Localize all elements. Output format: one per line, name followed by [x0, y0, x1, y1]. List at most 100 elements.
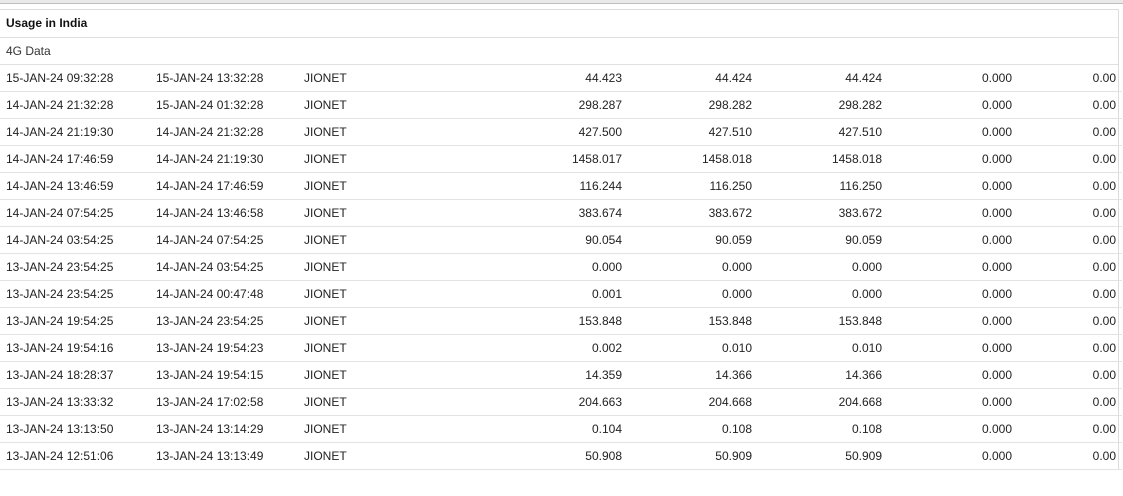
usage-value-4-cell: 0.000 [882, 307, 1012, 335]
start-time-cell: 15-JAN-24 09:32:28 [0, 65, 150, 92]
usage-value-5-cell: 0.00 [1012, 226, 1122, 254]
usage-value-3-cell: 90.059 [752, 226, 882, 254]
end-time-cell: 14-JAN-24 21:19:30 [150, 145, 299, 173]
end-time-cell: 14-JAN-24 13:46:58 [150, 199, 299, 227]
apn-cell: JIONET [299, 91, 454, 119]
usage-value-2-cell: 0.000 [622, 253, 752, 281]
usage-value-2-cell: 298.282 [622, 91, 752, 119]
usage-value-5-cell: 0.00 [1012, 199, 1122, 227]
usage-value-5-cell: 0.00 [1012, 118, 1122, 146]
start-time-cell: 13-JAN-24 23:54:25 [0, 253, 150, 281]
table-row: 13-JAN-24 13:13:50 13-JAN-24 13:14:29 JION… [0, 415, 1122, 443]
table-row: 13-JAN-24 19:54:25 13-JAN-24 23:54:25 JION… [0, 307, 1122, 335]
apn-cell: JIONET [299, 199, 454, 227]
usage-value-4-cell: 0.000 [882, 334, 1012, 362]
usage-value-4-cell: 0.000 [882, 65, 1012, 92]
apn-cell: JIONET [299, 226, 454, 254]
table-row: 14-JAN-24 13:46:59 14-JAN-24 17:46:59 JION… [0, 172, 1122, 200]
usage-value-3-cell: 0.010 [752, 334, 882, 362]
usage-value-1-cell: 383.674 [454, 199, 622, 227]
usage-value-2-cell: 14.366 [622, 361, 752, 389]
usage-value-5-cell: 0.00 [1012, 253, 1122, 281]
usage-value-2-cell: 50.909 [622, 442, 752, 470]
table-row: 13-JAN-24 19:54:16 13-JAN-24 19:54:23 JION… [0, 334, 1122, 362]
usage-value-1-cell: 0.001 [454, 280, 622, 308]
usage-value-5-cell: 0.00 [1012, 334, 1122, 362]
usage-value-1-cell: 14.359 [454, 361, 622, 389]
section-title: Usage in India [0, 10, 1118, 38]
usage-table-body: 15-JAN-24 09:32:28 15-JAN-24 13:32:28 JION… [0, 65, 1122, 470]
start-time-cell: 13-JAN-24 23:54:25 [0, 280, 150, 308]
start-time-cell: 13-JAN-24 12:51:06 [0, 442, 150, 470]
usage-value-5-cell: 0.00 [1012, 415, 1122, 443]
usage-value-1-cell: 153.848 [454, 307, 622, 335]
usage-value-2-cell: 0.000 [622, 280, 752, 308]
apn-cell: JIONET [299, 118, 454, 146]
end-time-cell: 14-JAN-24 17:46:59 [150, 172, 299, 200]
table-row: 14-JAN-24 17:46:59 14-JAN-24 21:19:30 JION… [0, 145, 1122, 173]
usage-value-4-cell: 0.000 [882, 280, 1012, 308]
usage-value-2-cell: 90.059 [622, 226, 752, 254]
apn-cell: JIONET [299, 253, 454, 281]
usage-value-1-cell: 0.104 [454, 415, 622, 443]
table-row: 14-JAN-24 07:54:25 14-JAN-24 13:46:58 JION… [0, 199, 1122, 227]
start-time-cell: 14-JAN-24 03:54:25 [0, 226, 150, 254]
usage-value-3-cell: 1458.018 [752, 145, 882, 173]
usage-value-2-cell: 427.510 [622, 118, 752, 146]
usage-value-4-cell: 0.000 [882, 388, 1012, 416]
usage-value-3-cell: 153.848 [752, 307, 882, 335]
usage-value-1-cell: 50.908 [454, 442, 622, 470]
usage-value-2-cell: 44.424 [622, 65, 752, 92]
usage-value-1-cell: 1458.017 [454, 145, 622, 173]
usage-value-4-cell: 0.000 [882, 253, 1012, 281]
end-time-cell: 13-JAN-24 23:54:25 [150, 307, 299, 335]
usage-value-4-cell: 0.000 [882, 145, 1012, 173]
apn-cell: JIONET [299, 280, 454, 308]
usage-value-2-cell: 204.668 [622, 388, 752, 416]
end-time-cell: 14-JAN-24 03:54:25 [150, 253, 299, 281]
usage-value-3-cell: 383.672 [752, 199, 882, 227]
usage-value-5-cell: 0.00 [1012, 442, 1122, 470]
top-divider [0, 0, 1123, 4]
usage-value-5-cell: 0.00 [1012, 280, 1122, 308]
usage-value-5-cell: 0.00 [1012, 172, 1122, 200]
apn-cell: JIONET [299, 415, 454, 443]
usage-value-2-cell: 116.250 [622, 172, 752, 200]
table-row: 13-JAN-24 18:28:37 13-JAN-24 19:54:15 JION… [0, 361, 1122, 389]
section-subtitle: 4G Data [0, 38, 1118, 65]
usage-panel: Usage in India 4G Data 15-JAN-24 09:32:2… [0, 9, 1122, 470]
table-row: 13-JAN-24 12:51:06 13-JAN-24 13:13:49 JION… [0, 442, 1122, 470]
usage-value-2-cell: 0.010 [622, 334, 752, 362]
usage-value-4-cell: 0.000 [882, 118, 1012, 146]
usage-value-2-cell: 383.672 [622, 199, 752, 227]
usage-value-4-cell: 0.000 [882, 172, 1012, 200]
usage-value-3-cell: 50.909 [752, 442, 882, 470]
end-time-cell: 13-JAN-24 19:54:23 [150, 334, 299, 362]
end-time-cell: 14-JAN-24 21:32:28 [150, 118, 299, 146]
usage-value-3-cell: 427.510 [752, 118, 882, 146]
start-time-cell: 13-JAN-24 13:33:32 [0, 388, 150, 416]
start-time-cell: 14-JAN-24 21:32:28 [0, 91, 150, 119]
apn-cell: JIONET [299, 361, 454, 389]
end-time-cell: 13-JAN-24 19:54:15 [150, 361, 299, 389]
usage-value-5-cell: 0.00 [1012, 361, 1122, 389]
start-time-cell: 14-JAN-24 07:54:25 [0, 199, 150, 227]
table-row: 14-JAN-24 03:54:25 14-JAN-24 07:54:25 JION… [0, 226, 1122, 254]
usage-value-1-cell: 116.244 [454, 172, 622, 200]
usage-value-4-cell: 0.000 [882, 415, 1012, 443]
usage-value-1-cell: 204.663 [454, 388, 622, 416]
usage-value-4-cell: 0.000 [882, 226, 1012, 254]
start-time-cell: 14-JAN-24 13:46:59 [0, 172, 150, 200]
start-time-cell: 13-JAN-24 19:54:25 [0, 307, 150, 335]
usage-value-1-cell: 44.423 [454, 65, 622, 92]
end-time-cell: 15-JAN-24 13:32:28 [150, 65, 299, 92]
usage-value-4-cell: 0.000 [882, 91, 1012, 119]
usage-value-2-cell: 153.848 [622, 307, 752, 335]
end-time-cell: 13-JAN-24 13:14:29 [150, 415, 299, 443]
usage-value-3-cell: 116.250 [752, 172, 882, 200]
usage-value-1-cell: 427.500 [454, 118, 622, 146]
table-row: 15-JAN-24 09:32:28 15-JAN-24 13:32:28 JION… [0, 65, 1122, 92]
start-time-cell: 14-JAN-24 17:46:59 [0, 145, 150, 173]
usage-value-3-cell: 298.282 [752, 91, 882, 119]
usage-value-4-cell: 0.000 [882, 361, 1012, 389]
